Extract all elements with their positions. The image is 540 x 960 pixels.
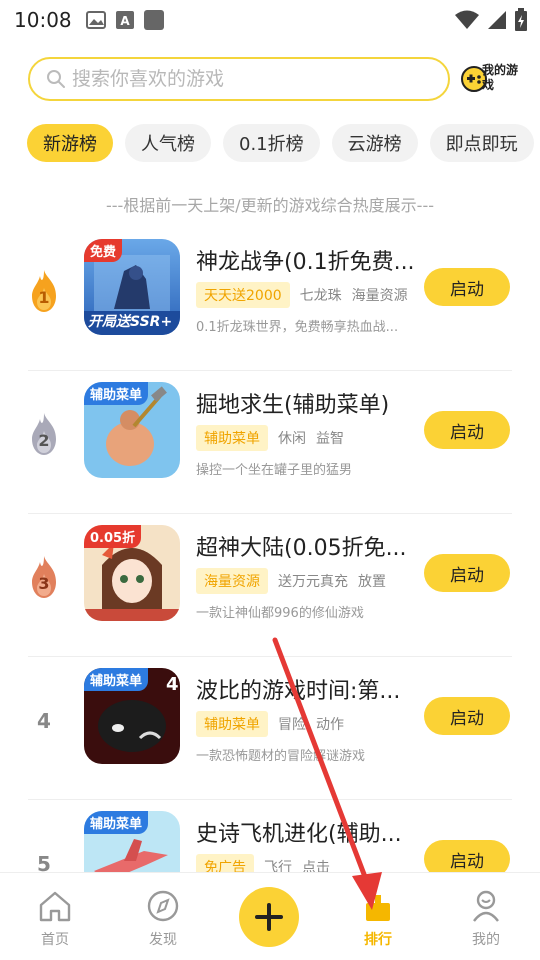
home-icon (39, 891, 71, 922)
game-description: 0.1折龙珠世界，免费畅享热血战... (196, 320, 399, 335)
gallery-icon (85, 11, 106, 29)
status-system-icons (454, 8, 528, 32)
status-notification-icons: A (85, 10, 164, 30)
search-icon (47, 70, 65, 88)
launch-button[interactable]: 启动 (424, 411, 510, 449)
game-row[interactable]: 1 免费 开局送SSR+ 神龙战争(0.1折免费... 天天送2000 七龙珠 … (0, 228, 540, 371)
launch-button[interactable]: 启动 (424, 554, 510, 592)
launch-button[interactable]: 启动 (424, 697, 510, 735)
signal-icon (488, 11, 506, 29)
my-games-button[interactable]: 我的游戏 (460, 59, 518, 101)
game-description: 一款让神仙都996的修仙游戏 (196, 606, 364, 621)
nav-label: 发现 (149, 932, 177, 948)
game-description: 一款恐怖题材的冒险解谜游戏 (196, 749, 366, 764)
rank-number: 3 (38, 574, 50, 593)
status-bar: 10:08 A (0, 0, 540, 40)
icon-badge: 免费 (84, 239, 123, 262)
game-list: 1 免费 开局送SSR+ 神龙战争(0.1折免费... 天天送2000 七龙珠 … (0, 228, 540, 943)
icon-badge: 辅助菜单 (84, 668, 149, 691)
tag: 休闲 (278, 431, 306, 447)
app-square-icon (143, 10, 164, 30)
nav-plus-button[interactable] (239, 887, 299, 947)
game-row[interactable]: 3 0.05折 超神大陆(0.05折免... 海量资源 送万元真充 放置 一款让… (0, 514, 540, 657)
my-games-label: 我的游戏 (482, 63, 519, 92)
search-input[interactable] (72, 68, 412, 90)
game-description: 操控一个坐在罐子里的猛男 (196, 463, 353, 478)
tab-new-games[interactable]: 新游榜 (27, 124, 113, 162)
game-row[interactable]: 2 辅助菜单 掘地求生(辅助菜单) 辅助菜单 休闲 益智 操控一个坐在罐子里的猛… (0, 371, 540, 514)
ranking-tabs: 新游榜 人气榜 0.1折榜 云游榜 即点即玩 (27, 124, 534, 162)
rank-badge: 2 (24, 411, 64, 459)
tag: 益智 (316, 431, 344, 447)
search-box[interactable] (28, 57, 450, 101)
nav-label: 我的 (472, 932, 500, 948)
svg-text:A: A (120, 14, 130, 28)
tab-discount[interactable]: 0.1折榜 (223, 124, 320, 162)
highlight-tag: 天天送2000 (196, 282, 290, 308)
tag: 七龙珠 (299, 288, 342, 304)
svg-text:4: 4 (166, 674, 179, 695)
tag: 动作 (316, 717, 344, 733)
game-title: 超神大陆(0.05折免... (196, 536, 407, 561)
rank-number: 2 (38, 431, 50, 450)
tag-row: 天天送2000 七龙珠 海量资源 (196, 282, 408, 308)
bottom-nav: 首页 发现 排行 我的 (0, 872, 540, 960)
icon-badge: 辅助菜单 (84, 811, 149, 834)
tag-row: 辅助菜单 冒险 动作 (196, 711, 344, 737)
launch-button[interactable]: 启动 (424, 268, 510, 306)
tab-instant-play[interactable]: 即点即玩 (429, 124, 534, 162)
user-icon (473, 890, 499, 922)
nav-label: 首页 (41, 932, 69, 948)
icon-badge: 0.05折 (84, 525, 142, 548)
plus-icon-vertical (267, 903, 271, 931)
tab-popular[interactable]: 人气榜 (125, 124, 211, 162)
game-icon-image[interactable]: 免费 开局送SSR+ (84, 239, 180, 335)
rank-number: 1 (38, 288, 50, 307)
nav-item-home[interactable]: 首页 (25, 889, 85, 949)
rank-badge: 1 (24, 268, 64, 316)
rank-number: 4 (37, 709, 51, 733)
wifi-icon (455, 10, 479, 29)
nav-label: 排行 (364, 932, 392, 948)
tag: 送万元真充 (278, 574, 348, 590)
tag-row: 海量资源 送万元真充 放置 (196, 568, 386, 594)
game-icon-image[interactable]: 辅助菜单 (84, 382, 180, 478)
highlight-tag: 辅助菜单 (196, 711, 268, 737)
game-row[interactable]: 4 4 辅助菜单 波比的游戏时间:第... 辅助菜单 冒险 动作 一款恐怖题材的… (0, 657, 540, 800)
game-title: 波比的游戏时间:第... (196, 679, 401, 704)
tab-cloud[interactable]: 云游榜 (331, 124, 418, 162)
battery-icon (515, 8, 527, 31)
compass-icon (147, 890, 179, 922)
status-time: 10:08 (14, 8, 72, 32)
ranking-icon (366, 895, 390, 921)
search-row: 我的游戏 (28, 57, 518, 101)
game-title: 史诗飞机进化(辅助... (196, 822, 402, 847)
nav-item-ranking[interactable]: 排行 (348, 889, 408, 949)
tag: 冒险 (278, 717, 306, 733)
rank-badge: 4 (24, 697, 64, 745)
game-icon-image[interactable]: 4 辅助菜单 (84, 668, 180, 764)
game-title: 掘地求生(辅助菜单) (196, 393, 390, 418)
ranking-subtitle: ---根据前一天上架/更新的游戏综合热度展示--- (105, 196, 435, 215)
rank-badge: 3 (24, 554, 64, 602)
nav-item-profile[interactable]: 我的 (456, 889, 516, 949)
tag-row: 辅助菜单 休闲 益智 (196, 425, 344, 451)
highlight-tag: 海量资源 (196, 568, 268, 594)
tag: 放置 (358, 574, 386, 590)
icon-caption: 开局送SSR+ (88, 314, 173, 330)
text-a-icon: A (115, 11, 134, 29)
icon-badge: 辅助菜单 (84, 382, 149, 405)
game-icon-image[interactable]: 0.05折 (84, 525, 180, 621)
game-title: 神龙战争(0.1折免费... (196, 250, 415, 275)
tag: 海量资源 (351, 288, 408, 304)
highlight-tag: 辅助菜单 (196, 425, 268, 451)
nav-item-discover[interactable]: 发现 (133, 889, 193, 949)
